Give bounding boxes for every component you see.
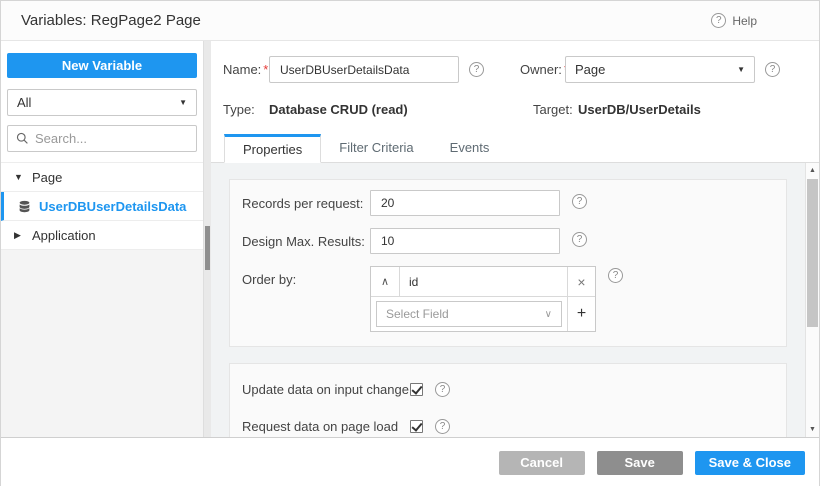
variable-detail-header: Name:* ? Owner:* Page ▼ ? Type: Database…: [211, 41, 819, 133]
chevron-down-icon: ∨: [545, 309, 552, 320]
properties-scroll-area: Records per request: ? Design Max. Resul…: [211, 163, 819, 437]
page-title: Variables: RegPage2 Page: [21, 12, 201, 29]
tree-item-application[interactable]: ▶ Application: [1, 221, 203, 250]
add-icon: +: [577, 305, 586, 323]
name-field[interactable]: [269, 56, 459, 83]
cancel-button[interactable]: Cancel: [499, 451, 585, 475]
dropdown-arrow-icon: ▼: [737, 65, 745, 74]
new-variable-button[interactable]: New Variable: [7, 53, 197, 78]
records-per-request-help-icon[interactable]: ?: [572, 194, 587, 209]
update-data-label: Update data on input change: [242, 382, 410, 397]
search-input[interactable]: [35, 131, 188, 146]
sidebar-scrollbar[interactable]: [203, 41, 211, 437]
order-by-field-value[interactable]: id: [400, 267, 567, 296]
behavior-settings-box: Update data on input change ? Request da…: [229, 363, 787, 437]
design-max-results-field[interactable]: [370, 228, 560, 254]
owner-help-icon[interactable]: ?: [765, 62, 780, 77]
order-by-help-icon[interactable]: ?: [608, 268, 623, 283]
data-settings-box: Records per request: ? Design Max. Resul…: [229, 179, 787, 347]
order-by-label: Order by:: [242, 266, 370, 287]
variables-sidebar: New Variable All ▼ ▼ Page: [1, 41, 211, 437]
request-data-help-icon[interactable]: ?: [435, 419, 450, 434]
variables-tree: ▼ Page UserDBUserDetailsData ▶ Applicati…: [1, 162, 203, 250]
required-asterisk: *: [263, 62, 268, 77]
dropdown-arrow-icon: ▼: [179, 98, 187, 107]
target-value: UserDB/UserDetails: [578, 102, 701, 117]
tree-item-label: UserDBUserDetailsData: [39, 199, 186, 214]
select-field-dropdown[interactable]: Select Field ∨: [376, 301, 562, 327]
tree-item-label: Page: [32, 170, 62, 185]
tab-events[interactable]: Events: [432, 134, 508, 163]
save-button[interactable]: Save: [597, 451, 683, 475]
scroll-down-icon[interactable]: ▼: [806, 426, 819, 433]
design-max-results-help-icon[interactable]: ?: [572, 232, 587, 247]
target-label: Target:: [533, 102, 578, 117]
type-value: Database CRUD (read): [269, 102, 469, 117]
records-per-request-label: Records per request:: [242, 190, 370, 211]
help-icon: ?: [711, 13, 726, 28]
owner-label: Owner:*: [520, 62, 565, 77]
variable-filter-select[interactable]: All ▼: [7, 89, 197, 116]
database-variable-icon: [18, 200, 31, 213]
search-icon: [16, 132, 29, 145]
add-order-field-button[interactable]: +: [567, 297, 595, 331]
tree-expanded-icon[interactable]: ▼: [14, 172, 24, 182]
properties-scrollbar-thumb[interactable]: [807, 179, 818, 327]
name-help-icon[interactable]: ?: [469, 62, 484, 77]
help-button[interactable]: ? Help: [711, 13, 757, 28]
type-label: Type:: [223, 102, 269, 117]
dialog-footer: Cancel Save Save & Close: [1, 437, 819, 487]
owner-value: Page: [575, 62, 605, 77]
update-data-help-icon[interactable]: ?: [435, 382, 450, 397]
save-and-close-button[interactable]: Save & Close: [695, 451, 805, 475]
owner-select[interactable]: Page ▼: [565, 56, 755, 83]
variable-detail-panel: Name:* ? Owner:* Page ▼ ? Type: Database…: [211, 41, 819, 437]
sort-ascending-icon: ∧: [381, 275, 389, 288]
name-label: Name:*: [223, 62, 269, 77]
order-by-widget: ∧ id × Select Field ∨ +: [370, 266, 596, 332]
records-per-request-field[interactable]: [370, 190, 560, 216]
sidebar-scrollbar-thumb[interactable]: [205, 226, 210, 270]
tree-collapsed-icon[interactable]: ▶: [14, 230, 24, 241]
sort-ascending-button[interactable]: ∧: [371, 267, 400, 296]
remove-icon: ×: [577, 274, 585, 290]
request-data-checkbox[interactable]: [410, 420, 423, 433]
detail-tabs: Properties Filter Criteria Events: [211, 133, 819, 163]
dialog-header: Variables: RegPage2 Page ? Help: [1, 1, 819, 41]
tree-item-userdbuserdetailsdata[interactable]: UserDBUserDetailsData: [1, 192, 203, 221]
update-data-checkbox[interactable]: [410, 383, 423, 396]
tab-filter-criteria[interactable]: Filter Criteria: [321, 134, 431, 163]
design-max-results-label: Design Max. Results:: [242, 228, 370, 249]
remove-order-field-button[interactable]: ×: [567, 267, 595, 296]
variable-search: [7, 125, 197, 152]
tab-properties[interactable]: Properties: [224, 134, 321, 163]
tree-item-label: Application: [32, 228, 96, 243]
properties-scrollbar[interactable]: ▲ ▼: [805, 163, 819, 437]
select-field-placeholder: Select Field: [386, 307, 449, 321]
request-data-label: Request data on page load: [242, 419, 410, 434]
variable-filter-value: All: [17, 95, 31, 110]
help-label: Help: [732, 14, 757, 28]
scroll-up-icon[interactable]: ▲: [806, 167, 819, 174]
tree-item-page[interactable]: ▼ Page: [1, 163, 203, 192]
